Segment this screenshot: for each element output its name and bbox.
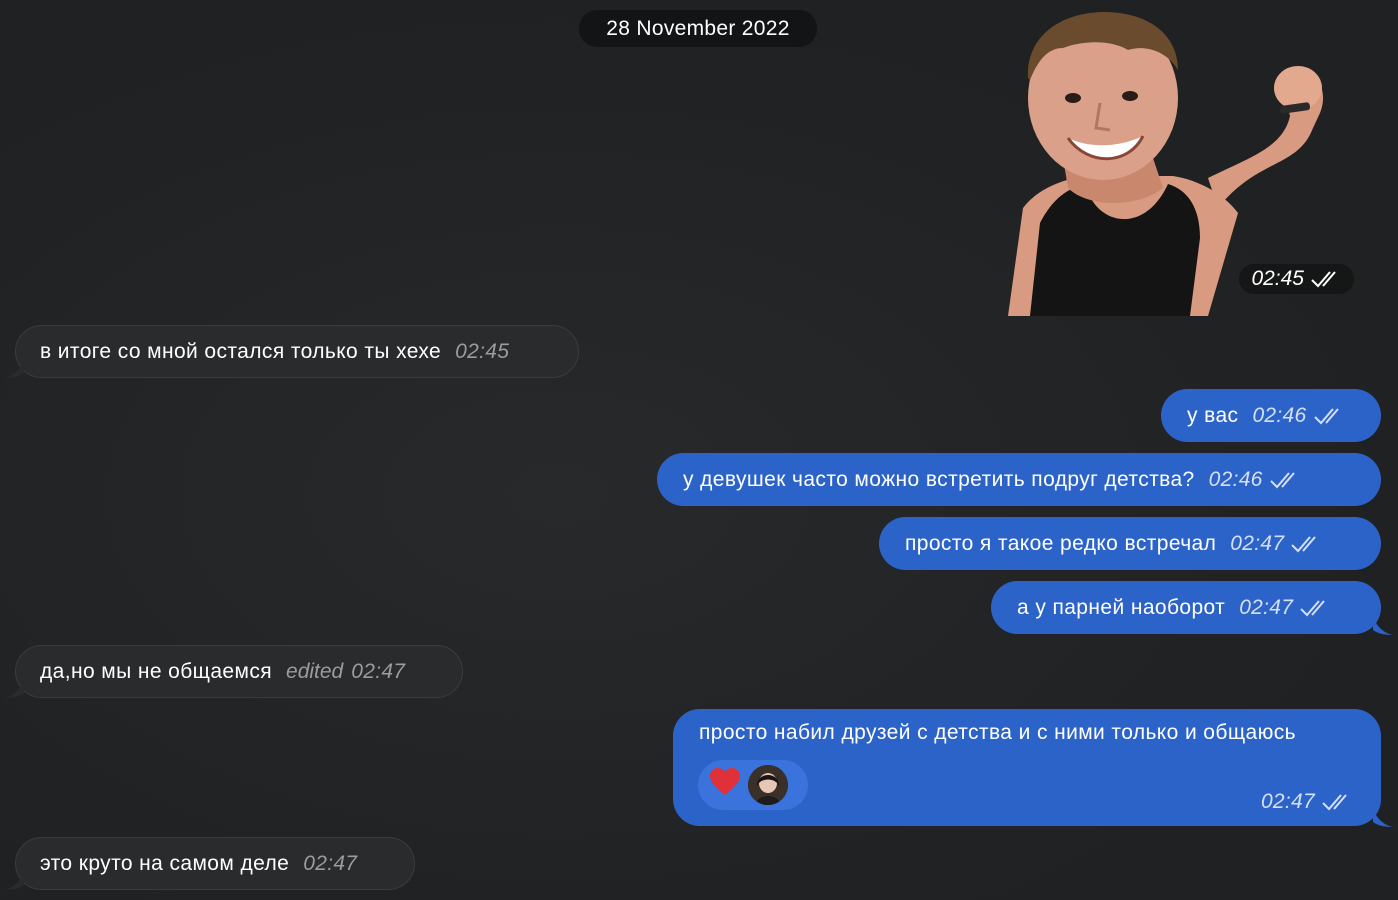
bubble-tail [4,870,24,890]
outgoing-message[interactable]: а у парней наоборот 02:47 [991,581,1393,635]
double-check-icon [1290,534,1322,554]
outgoing-message[interactable]: просто набил друзей с детства и с ними т… [673,709,1393,827]
avatar [748,765,788,805]
message-time: 02:47 [1230,531,1285,555]
message-time: 02:47 [1239,595,1294,619]
outgoing-message[interactable]: просто я такое редко встречал 02:47 [879,517,1381,570]
date-separator: 28 November 2022 [579,10,817,47]
message-text: просто набил друзей с детства и с ними т… [699,721,1296,744]
double-check-icon [1321,792,1353,812]
double-check-icon [1269,470,1301,490]
double-check-icon [1299,598,1331,618]
incoming-message[interactable]: да,но мы не общаемся edited 02:47 [4,645,463,698]
message-time: 02:45 [455,339,510,363]
reaction-chip[interactable] [698,760,808,810]
edited-label: edited [286,659,344,683]
message-text: у девушек часто можно встретить подруг д… [683,467,1195,491]
double-check-icon [1310,269,1342,289]
sticker-message[interactable]: 02:45 [968,8,1360,316]
sticker-timestamp: 02:45 [1239,264,1354,294]
chat-history: 28 November 2022 02:45 в итоге со мной о… [0,0,1398,900]
message-time: 02:47 [303,851,358,875]
message-text: просто я такое редко встречал [905,531,1217,555]
incoming-message[interactable]: это круто на самом деле 02:47 [4,837,415,890]
heart-icon [710,768,740,802]
message-text: это круто на самом деле [40,851,290,875]
bubble-tail [4,358,24,378]
incoming-message[interactable]: в итоге со мной остался только ты хехе 0… [4,325,579,378]
bubble-tail [1373,615,1393,635]
bubble-tail [4,678,24,698]
message-time: 02:47 [351,659,406,683]
message-text: а у парней наоборот [1017,595,1226,619]
message-time: 02:47 [1260,790,1315,813]
message-text: да,но мы не общаемся [40,659,273,683]
message-time: 02:45 [1251,267,1304,290]
message-meta: 02:47 [1247,790,1353,814]
message-time: 02:46 [1208,467,1263,491]
outgoing-message[interactable]: у вас 02:46 [1161,389,1381,442]
message-text: у вас [1187,403,1239,427]
double-check-icon [1313,406,1345,426]
bubble-tail [1373,807,1393,827]
outgoing-message[interactable]: у девушек часто можно встретить подруг д… [657,453,1381,506]
message-time: 02:46 [1252,403,1307,427]
message-text: в итоге со мной остался только ты хехе [40,339,442,363]
